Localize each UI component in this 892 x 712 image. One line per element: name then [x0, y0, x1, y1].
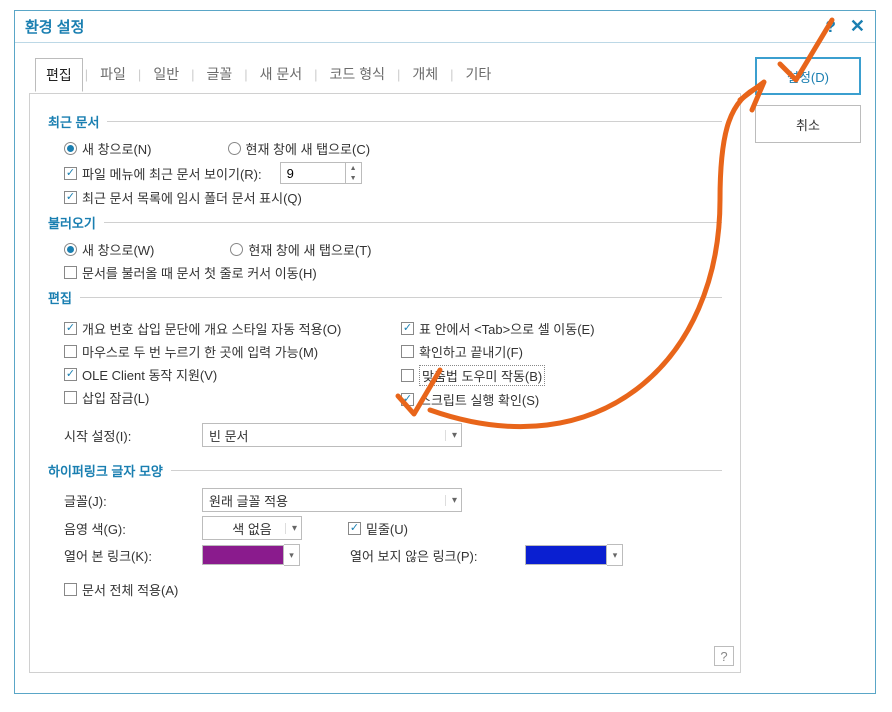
spinner-down-icon[interactable]: ▼ [346, 173, 361, 183]
start-setting-select[interactable]: 빈 문서 [202, 423, 462, 447]
spinner-up-icon[interactable]: ▲ [346, 163, 361, 173]
open-new-window-radio[interactable]: 새 창으로(W) [64, 240, 154, 259]
underline-check[interactable]: 밑줄(U) [348, 519, 408, 538]
font-select[interactable]: 원래 글꼴 적용 [202, 488, 462, 512]
tab-font[interactable]: 글꼴 [196, 58, 242, 90]
section-open-title: 불러오기 [48, 213, 722, 232]
recent-new-tab-radio[interactable]: 현재 창에 새 탭으로(C) [228, 139, 371, 158]
tab-codeformat[interactable]: 코드 형식 [320, 58, 395, 90]
open-new-tab-radio[interactable]: 현재 창에 새 탭으로(T) [230, 240, 371, 259]
recent-temp-folder-check[interactable]: 최근 문서 목록에 임시 폴더 문서 표시(Q) [64, 188, 302, 207]
spellcheck-check[interactable]: 맞춤법 도우미 작동(B) [401, 365, 545, 386]
cursor-first-check[interactable]: 문서를 불러올 때 문서 첫 줄로 커서 이동(H) [64, 263, 317, 282]
title-bar: 환경 설정 ? ✕ [15, 11, 875, 43]
help-icon[interactable]: ? [826, 17, 836, 37]
unvisited-color-swatch[interactable]: ▾ [525, 544, 623, 566]
confirm-exit-check[interactable]: 확인하고 끝내기(F) [401, 342, 523, 361]
ok-button[interactable]: 설정(D) [755, 57, 861, 95]
font-label: 글꼴(J): [64, 491, 184, 510]
tab-newdoc[interactable]: 새 문서 [250, 58, 313, 90]
section-recent-title: 최근 문서 [48, 112, 722, 131]
tabs: 편집 | 파일 | 일반 | 글꼴 | 새 문서 | 코드 형식 | 개체 | … [29, 57, 741, 91]
recent-count-input[interactable] [281, 163, 345, 183]
outline-style-check[interactable]: 개요 번호 삽입 문단에 개요 스타일 자동 적용(O) [64, 319, 341, 338]
visited-color-swatch[interactable]: ▾ [202, 544, 300, 566]
script-confirm-check[interactable]: 스크립트 실행 확인(S) [401, 390, 539, 409]
shade-label: 음영 색(G): [64, 519, 184, 538]
tab-edit[interactable]: 편집 [35, 58, 83, 92]
start-setting-label: 시작 설정(I): [64, 426, 184, 445]
close-icon[interactable]: ✕ [850, 16, 865, 37]
visited-link-label: 열어 본 링크(K): [64, 546, 184, 565]
section-hyperlink-title: 하이퍼링크 글자 모양 [48, 461, 722, 480]
tab-general[interactable]: 일반 [143, 58, 189, 90]
recent-show-menu-check[interactable]: 파일 메뉴에 최근 문서 보이기(R): [64, 164, 262, 183]
unvisited-link-label: 열어 보지 않은 링크(P): [350, 546, 477, 565]
dropdown-icon[interactable]: ▾ [284, 544, 300, 566]
tab-cell-check[interactable]: 표 안에서 <Tab>으로 셀 이동(E) [401, 319, 595, 338]
preferences-dialog: 환경 설정 ? ✕ 편집 | 파일 | 일반 | 글꼴 | 새 문서 | 코드 … [14, 10, 876, 694]
tab-file[interactable]: 파일 [90, 58, 136, 90]
dropdown-icon[interactable]: ▾ [607, 544, 623, 566]
double-click-check[interactable]: 마우스로 두 번 누르기 한 곳에 입력 가능(M) [64, 342, 318, 361]
shade-select[interactable]: 색 없음 [202, 516, 302, 540]
insert-lock-check[interactable]: 삽입 잠금(L) [64, 388, 149, 407]
cancel-button[interactable]: 취소 [755, 105, 861, 143]
help-corner-icon[interactable]: ? [714, 646, 734, 666]
dialog-title: 환경 설정 [25, 16, 826, 37]
apply-all-check[interactable]: 문서 전체 적용(A) [64, 580, 178, 599]
section-edit-title: 편집 [48, 288, 722, 307]
recent-new-window-radio[interactable]: 새 창으로(N) [64, 139, 152, 158]
tab-other[interactable]: 기타 [456, 58, 502, 90]
tab-object[interactable]: 개체 [402, 58, 448, 90]
edit-panel: 최근 문서 새 창으로(N) 현재 창에 새 탭으로(C) 파일 메뉴에 최근 … [29, 93, 741, 673]
recent-count-spinner[interactable]: ▲▼ [280, 162, 362, 184]
ole-check[interactable]: OLE Client 동작 지원(V) [64, 365, 217, 384]
